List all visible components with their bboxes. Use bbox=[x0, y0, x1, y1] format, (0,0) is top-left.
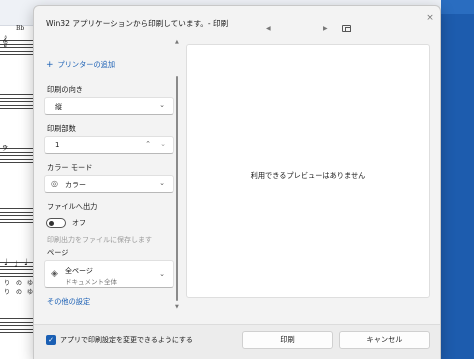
pages-select[interactable]: ◈ 全ページ ドキュメント全体 ⌄ bbox=[44, 260, 174, 288]
more-settings-link[interactable]: その他の設定 bbox=[47, 297, 90, 307]
copies-value: 1 bbox=[55, 141, 60, 149]
palette-icon: ◎ bbox=[51, 179, 58, 188]
pages-subvalue: ドキュメント全体 bbox=[65, 278, 117, 286]
fit-to-window-icon[interactable] bbox=[342, 25, 351, 32]
bg-lyric: り bbox=[4, 289, 11, 296]
print-dialog: Win32 アプリケーションから印刷しています。- 印刷 × ◀ ▶ + プリンタ… bbox=[33, 5, 441, 359]
print-to-file-label: ファイルへ出力 bbox=[47, 202, 98, 211]
chevron-down-icon[interactable]: ⌄ bbox=[160, 140, 166, 148]
bg-note: ♩ bbox=[14, 260, 19, 270]
checkmark-icon: ✓ bbox=[48, 336, 54, 344]
desktop-background bbox=[441, 0, 474, 359]
bg-staff bbox=[0, 318, 36, 333]
print-to-file-toggle[interactable] bbox=[46, 218, 66, 228]
next-page-icon[interactable]: ▶ bbox=[323, 25, 328, 32]
allow-app-settings-label[interactable]: アプリで印刷設定を変更できるようにする bbox=[60, 335, 193, 345]
orientation-label: 印刷の向き bbox=[47, 85, 83, 94]
color-mode-value: カラー bbox=[65, 181, 86, 189]
scroll-down-arrow-icon[interactable]: ▼ bbox=[175, 304, 179, 310]
preview-unavailable-message: 利用できるプレビューはありません bbox=[250, 171, 366, 180]
previous-page-icon[interactable]: ◀ bbox=[266, 25, 271, 32]
bg-clef: 𝄢 bbox=[2, 145, 9, 156]
settings-panel: + プリンターの追加 印刷の向き 縦 ⌄ 印刷部数 1 ⌃ ⌄ カラー モード ◎… bbox=[34, 34, 184, 310]
bg-lyric: の bbox=[16, 280, 23, 287]
bg-staff bbox=[0, 208, 36, 223]
chevron-down-icon: ⌄ bbox=[159, 101, 165, 109]
dialog-title: Win32 アプリケーションから印刷しています。- 印刷 bbox=[46, 19, 229, 28]
color-mode-label: カラー モード bbox=[47, 163, 93, 172]
print-to-file-description: 印刷出力をファイルに保存します bbox=[47, 236, 152, 244]
orientation-value: 縦 bbox=[55, 103, 62, 111]
pages-value: 全ページ bbox=[65, 267, 93, 275]
settings-scrollbar[interactable] bbox=[175, 46, 179, 310]
add-printer-label: プリンターの追加 bbox=[57, 60, 116, 69]
scroll-up-arrow-icon[interactable]: ▲ bbox=[175, 39, 179, 45]
chevron-down-icon: ⌄ bbox=[159, 270, 165, 278]
dialog-footer: ✓ アプリで印刷設定を変更できるようにする 印刷 キャンセル bbox=[34, 324, 440, 359]
orientation-select[interactable]: 縦 ⌄ bbox=[44, 97, 174, 115]
pages-label: ページ bbox=[47, 248, 69, 257]
toggle-knob bbox=[49, 221, 54, 226]
document-icon: ◈ bbox=[51, 269, 58, 279]
allow-app-settings-checkbox[interactable]: ✓ bbox=[46, 335, 56, 345]
cancel-button[interactable]: キャンセル bbox=[339, 331, 430, 349]
print-to-file-state: オフ bbox=[72, 219, 86, 227]
bg-key-label: Bb bbox=[16, 25, 25, 32]
bg-clef: 𝄞 bbox=[2, 36, 8, 47]
plus-icon: + bbox=[46, 60, 54, 70]
bg-lyric: り bbox=[4, 280, 11, 287]
desktop-background-top bbox=[441, 0, 474, 14]
copies-label: 印刷部数 bbox=[47, 124, 76, 133]
color-mode-select[interactable]: ◎ カラー ⌄ bbox=[44, 175, 174, 193]
bg-lyric: の bbox=[16, 289, 23, 296]
print-preview-area: 利用できるプレビューはありません bbox=[186, 44, 430, 298]
chevron-up-icon[interactable]: ⌃ bbox=[145, 140, 151, 148]
print-button[interactable]: 印刷 bbox=[242, 331, 333, 349]
close-icon[interactable]: × bbox=[423, 11, 437, 25]
bg-staff bbox=[0, 94, 36, 109]
bg-note: ♩ bbox=[24, 258, 29, 268]
chevron-down-icon: ⌄ bbox=[159, 179, 165, 187]
copies-stepper[interactable]: 1 ⌃ ⌄ bbox=[44, 136, 174, 154]
scrollbar-thumb[interactable] bbox=[176, 76, 178, 301]
bg-note: ♩ bbox=[4, 258, 9, 268]
add-printer-link[interactable]: + プリンターの追加 bbox=[46, 60, 115, 70]
